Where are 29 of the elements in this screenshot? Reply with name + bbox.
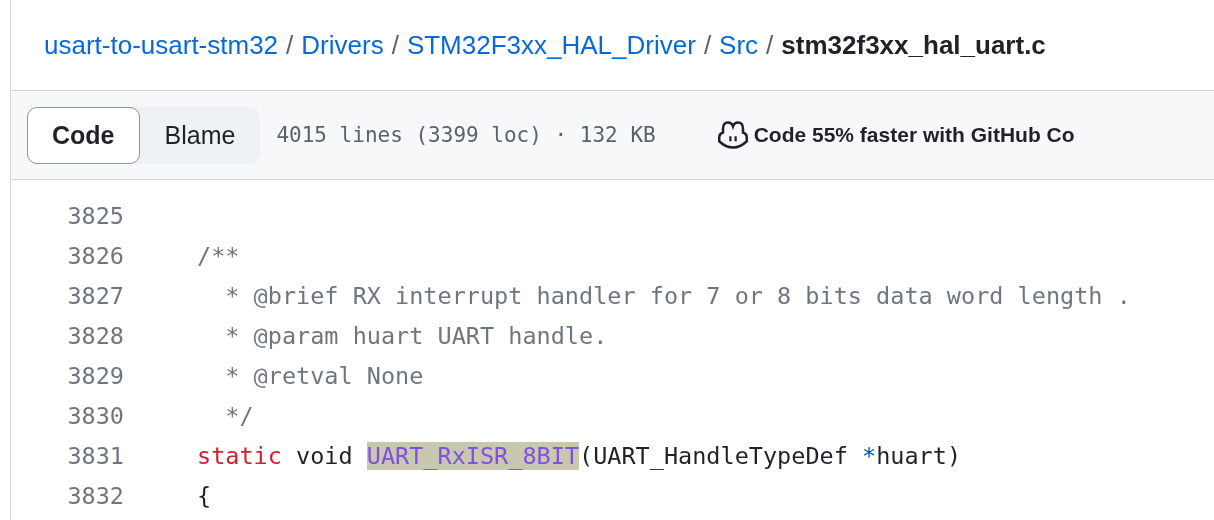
- code-line: * @param huart UART handle.: [224, 322, 608, 350]
- copilot-promo[interactable]: Code 55% faster with GitHub Co: [753, 123, 1075, 147]
- path-separator: /: [703, 29, 712, 61]
- line-number: 3826: [66, 242, 124, 270]
- view-tab[interactable]: Code: [27, 106, 140, 164]
- breadcrumb-link[interactable]: usart-to-usart-stm32: [44, 29, 279, 61]
- line-number: 3829: [66, 362, 124, 390]
- line-number: 3828: [66, 322, 124, 350]
- line-number: 3827: [66, 282, 124, 310]
- path-separator: /: [391, 29, 399, 61]
- path-separator: /: [286, 29, 294, 61]
- breadcrumb-link[interactable]: STM32F3xx_HAL_Driver: [406, 29, 696, 61]
- breadcrumb-link[interactable]: Src: [719, 29, 759, 61]
- breadcrumb-link[interactable]: Drivers: [301, 29, 384, 61]
- line-number: 3830: [66, 402, 124, 430]
- code-line: /**: [197, 242, 240, 270]
- line-number: 3831: [66, 442, 124, 470]
- file-name: stm32f3xx_hal_uart.c: [781, 29, 1046, 61]
- copilot-icon: [717, 121, 748, 149]
- line-number: 3832: [66, 482, 124, 510]
- line-number: 3825: [66, 202, 124, 230]
- code-line: {: [197, 482, 212, 510]
- file-info: 4015 lines (3399 loc) · 132 KB: [276, 123, 656, 147]
- view-tab[interactable]: Blame: [139, 106, 261, 164]
- code-line: * @brief RX interrupt handler for 7 or 8 bits data word length .: [224, 282, 1131, 310]
- path-separator: /: [766, 29, 774, 61]
- code-line: */: [224, 402, 254, 430]
- code-line: * @retval None: [224, 362, 424, 390]
- code-line: static void UART_RxISR_8BIT(UART_HandleTypeDef *huart): [197, 442, 962, 470]
